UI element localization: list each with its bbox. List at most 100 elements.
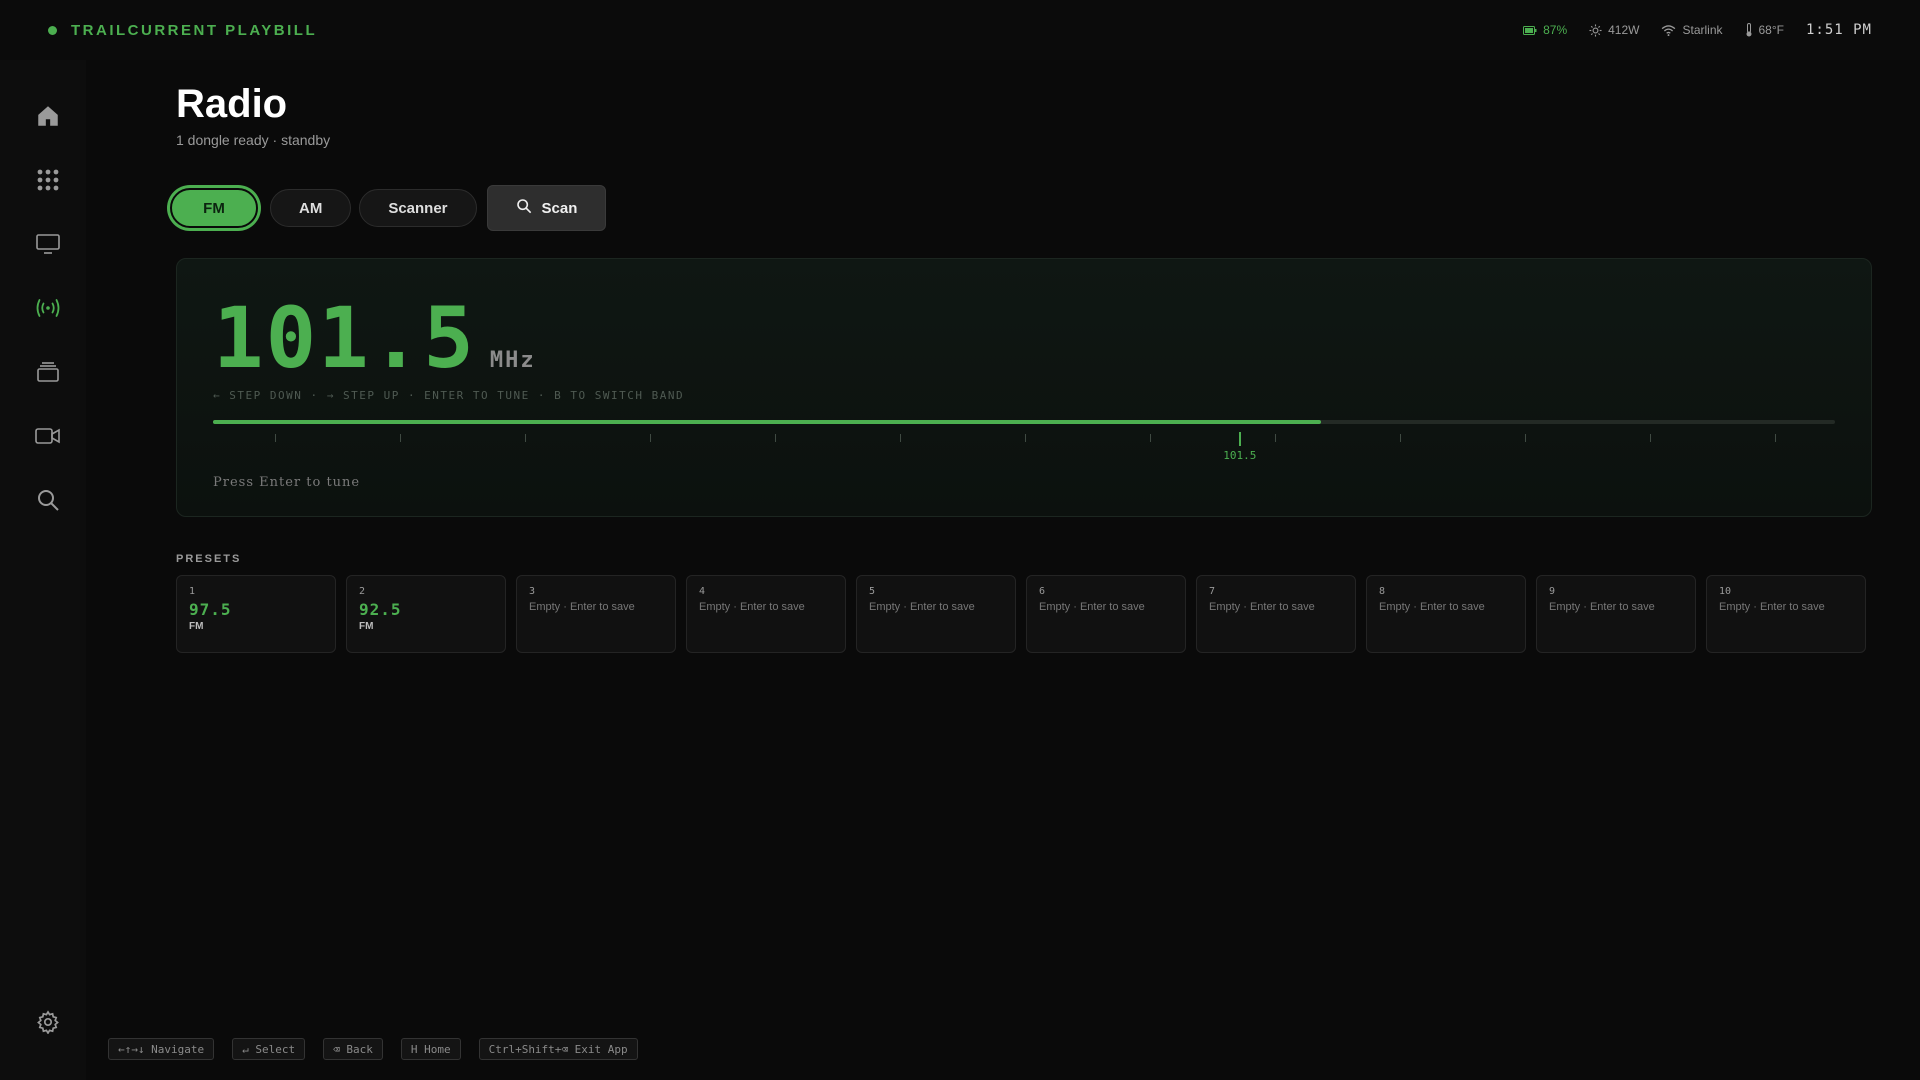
- network-name: Starlink: [1682, 23, 1723, 37]
- key-hint-home: H Home: [400, 1038, 461, 1060]
- preset-card[interactable]: 8 Empty · Enter to save: [1366, 575, 1526, 653]
- key-hint-select: ↵ Select: [232, 1038, 306, 1060]
- sidebar-item-search[interactable]: [31, 485, 65, 519]
- preset-empty-label: Empty · Enter to save: [529, 601, 635, 613]
- preset-frequency: 97.5: [189, 600, 232, 619]
- clock: 1:51 PM: [1805, 22, 1872, 38]
- preset-empty-label: Empty · Enter to save: [1379, 601, 1485, 613]
- preset-card[interactable]: 1 97.5 FM: [176, 575, 336, 653]
- preset-frequency: 92.5: [359, 600, 402, 619]
- preset-number: 3: [529, 586, 536, 597]
- sidebar-item-home[interactable]: [31, 101, 65, 135]
- network-status: Starlink: [1661, 23, 1723, 37]
- sidebar-item-tv[interactable]: [31, 229, 65, 263]
- tuning-needle: [1238, 432, 1241, 446]
- temperature-status: 68°F: [1745, 23, 1784, 37]
- key-hint-navigate: ←↑→↓ Navigate: [108, 1038, 215, 1060]
- scale-tick: [1650, 434, 1651, 442]
- brand-title: TRAILCURRENT PLAYBILL: [71, 21, 318, 39]
- preset-card[interactable]: 2 92.5 FM: [346, 575, 506, 653]
- preset-empty-label: Empty · Enter to save: [699, 601, 805, 613]
- scale-tick: [1150, 434, 1151, 442]
- battery-status: 87%: [1523, 23, 1567, 37]
- page-title: Radio: [176, 82, 288, 126]
- video-camera-icon: [35, 427, 61, 450]
- solar-watts: 412W: [1608, 23, 1640, 37]
- preset-empty-label: Empty · Enter to save: [1209, 601, 1315, 613]
- preset-number: 2: [359, 586, 366, 597]
- sidebar-item-settings[interactable]: [31, 1007, 65, 1041]
- frequency-display: 101.5 MHz: [213, 289, 536, 387]
- band-selector: FM AM Scanner Scan: [170, 185, 607, 231]
- presets-heading: PRESETS: [176, 553, 242, 565]
- status-dot: [48, 25, 57, 35]
- preset-card[interactable]: 7 Empty · Enter to save: [1196, 575, 1356, 653]
- key-hint-exit: Ctrl+Shift+⌫ Exit App: [478, 1038, 638, 1060]
- solar-status: 412W: [1589, 23, 1639, 37]
- sidebar-item-library[interactable]: [31, 357, 65, 391]
- tuning-needle-label: 101.5: [1223, 449, 1257, 462]
- preset-number: 1: [189, 586, 196, 597]
- presets-list: 1 97.5 FM 2 92.5 FM 3 Empty · Enter to save 4 Emp…: [176, 575, 1866, 653]
- battery-level: 87%: [1543, 23, 1568, 37]
- preset-card[interactable]: 4 Empty · Enter to save: [686, 575, 846, 653]
- tuner-hint: ← STEP DOWN · → STEP UP · ENTER TO TUNE …: [213, 389, 685, 402]
- scale-tick: [1525, 434, 1526, 442]
- scale-tick: [525, 434, 526, 442]
- key-hints-bar: ←↑→↓ Navigate ↵ Select ⌫ Back H Home Ctr…: [108, 1038, 638, 1060]
- scale-tick: [900, 434, 901, 442]
- temperature-value: 68°F: [1758, 23, 1784, 37]
- sidebar-item-cameras[interactable]: [31, 421, 65, 455]
- tuning-slider[interactable]: [213, 420, 1835, 424]
- sidebar: [0, 60, 86, 1080]
- preset-empty-label: Empty · Enter to save: [869, 601, 975, 613]
- preset-card[interactable]: 3 Empty · Enter to save: [516, 575, 676, 653]
- preset-empty-label: Empty · Enter to save: [1719, 601, 1825, 613]
- preset-card[interactable]: 9 Empty · Enter to save: [1536, 575, 1696, 653]
- scale-tick: [275, 434, 276, 442]
- band-am-button[interactable]: AM: [270, 189, 352, 227]
- band-fm-button[interactable]: FM: [170, 188, 258, 228]
- scale-tick: [775, 434, 776, 442]
- preset-card[interactable]: 10 Empty · Enter to save: [1706, 575, 1866, 653]
- wifi-icon: [1661, 24, 1676, 36]
- preset-number: 8: [1379, 586, 1386, 597]
- home-icon: [35, 103, 61, 134]
- scale-tick: [1275, 434, 1276, 442]
- frequency-value: 101.5: [213, 289, 476, 387]
- brand: TRAILCURRENT PLAYBILL: [48, 22, 317, 39]
- search-icon: [516, 198, 532, 218]
- key-hint-back: ⌫ Back: [323, 1038, 383, 1060]
- preset-empty-label: Empty · Enter to save: [1039, 601, 1145, 613]
- preset-card[interactable]: 5 Empty · Enter to save: [856, 575, 1016, 653]
- page-subtitle: 1 dongle ready · standby: [176, 132, 331, 148]
- preset-number: 10: [1719, 586, 1732, 597]
- scan-label: Scan: [541, 199, 578, 217]
- sidebar-item-radio[interactable]: [31, 293, 65, 327]
- gear-icon: [36, 1009, 60, 1039]
- preset-band: FM: [359, 621, 374, 632]
- tuner-panel: 101.5 MHz ← STEP DOWN · → STEP UP · ENTE…: [176, 258, 1872, 517]
- stack-icon: [36, 361, 60, 388]
- sidebar-item-apps[interactable]: [31, 165, 65, 199]
- radio-waves-icon: [34, 298, 62, 323]
- scale-tick: [1025, 434, 1026, 442]
- top-bar: TRAILCURRENT PLAYBILL 87% 412W Starlink …: [0, 0, 1920, 60]
- battery-icon: [1523, 25, 1537, 35]
- monitor-icon: [36, 233, 60, 260]
- preset-card[interactable]: 6 Empty · Enter to save: [1026, 575, 1186, 653]
- preset-band: FM: [189, 621, 204, 632]
- grid-icon: [36, 168, 60, 197]
- scale-tick: [400, 434, 401, 442]
- scan-button[interactable]: Scan: [486, 185, 607, 231]
- scale-tick: [1775, 434, 1776, 442]
- sun-icon: [1589, 23, 1602, 37]
- frequency-unit: MHz: [489, 348, 536, 373]
- band-scanner-button[interactable]: Scanner: [359, 189, 477, 227]
- tuning-slider-fill: [213, 420, 1321, 424]
- preset-number: 7: [1209, 586, 1216, 597]
- preset-number: 5: [869, 586, 876, 597]
- preset-number: 4: [699, 586, 706, 597]
- preset-number: 9: [1549, 586, 1556, 597]
- preset-empty-label: Empty · Enter to save: [1549, 601, 1655, 613]
